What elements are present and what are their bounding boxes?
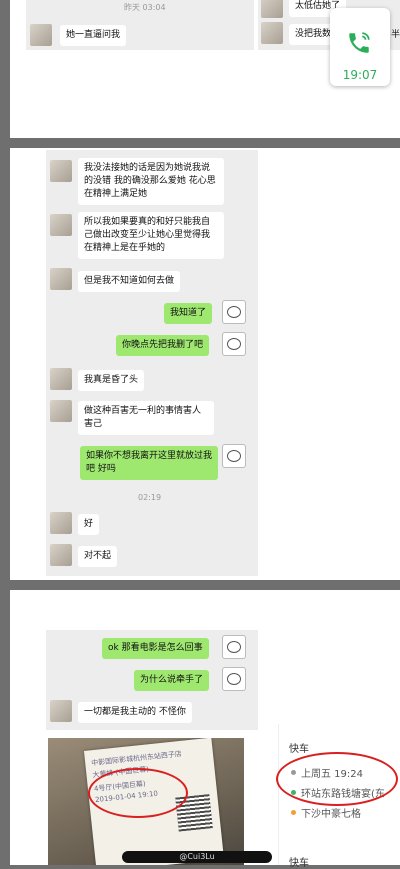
chat-bubble-own: 你晚点先把我删了吧 — [116, 335, 210, 356]
dot-orange — [291, 810, 296, 815]
chat-bubble-own: 我知道了 — [164, 303, 213, 324]
watermark: @Cui3Lu — [179, 852, 215, 861]
avatar — [50, 268, 72, 290]
trip-title: 快车 — [289, 744, 309, 755]
avatar — [50, 700, 72, 722]
timestamp: 昨天 03:04 — [124, 3, 166, 12]
trip-to: 下沙中豪七格 — [301, 809, 361, 820]
avatar — [50, 512, 72, 534]
avatar — [261, 22, 283, 44]
chat-bubble: 做这种百害无一利的事情害人害己 — [78, 401, 214, 435]
avatar-own — [222, 332, 246, 356]
chat-bubble: 对不起 — [78, 546, 118, 567]
chat-panel: ok 那看电影是怎么回事 为什么说牵手了 一切都是我主动的 不怪你 — [46, 630, 258, 730]
timestamp: 02:19 — [138, 493, 162, 502]
avatar-own — [222, 300, 246, 324]
chat-panel-left: 昨天 03:04 她一直逼问我 — [26, 0, 254, 50]
highlight-circle — [88, 768, 188, 818]
chat-bubble: 我没法接她的话是因为她说我说的没错 我的确没那么爱她 花心思在精神上满足她 — [78, 158, 224, 205]
chat-panel: 我没法接她的话是因为她说我说的没错 我的确没那么爱她 花心思在精神上满足她 所以… — [46, 150, 258, 576]
avatar — [50, 400, 72, 422]
chat-bubble: 所以我如果要真的和好只能我自己做出改变至少让她心里觉得我在精神上是在乎她的 — [78, 212, 224, 259]
chat-bubble-own: ok 那看电影是怎么回事 — [102, 638, 209, 659]
trip-title-2: 快车 — [289, 858, 309, 869]
highlight-circle — [276, 752, 398, 806]
avatar — [50, 368, 72, 390]
call-widget[interactable]: 19:07 — [330, 8, 390, 86]
avatar-own — [222, 667, 246, 691]
chat-bubble-own: 为什么说牵手了 — [134, 670, 210, 691]
avatar-own — [222, 444, 246, 468]
avatar-own — [222, 635, 246, 659]
chat-bubble: 好 — [78, 514, 100, 535]
page-two: 我没法接她的话是因为她说我说的没错 我的确没那么爱她 花心思在精神上满足她 所以… — [10, 148, 400, 580]
call-time: 19:07 — [342, 68, 378, 82]
chat-bubble: 她一直逼问我 — [60, 25, 127, 46]
chat-bubble: 一切都是我主动的 不怪你 — [78, 702, 192, 723]
watermark-bar: @Cui3Lu — [122, 851, 272, 863]
phone-icon — [349, 32, 370, 53]
avatar — [30, 24, 52, 46]
chat-bubble: 我真是昏了头 — [78, 370, 145, 391]
avatar — [261, 0, 283, 18]
avatar — [50, 544, 72, 566]
chat-bubble: 但是我不知道如何去做 — [78, 271, 181, 292]
ticket-photo: 中影国际影城杭州东站西子店 大黄蜂 (中国巨幕) 4号厅(中国巨幕) 2019-… — [48, 738, 244, 865]
chat-bubble-own: 如果你不想我离开这里就放过我吧 好吗 — [80, 446, 218, 480]
avatar — [50, 214, 72, 236]
avatar — [50, 160, 72, 182]
chat-bubble-tail: 半 — [391, 30, 400, 40]
